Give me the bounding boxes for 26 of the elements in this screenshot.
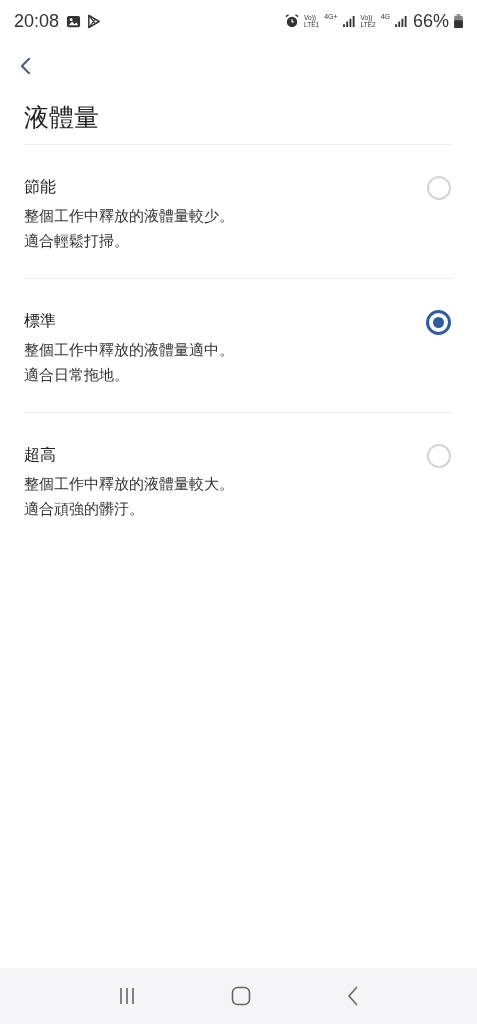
option-description: 整個工作中釋放的液體量較少。 bbox=[24, 206, 235, 227]
home-icon[interactable] bbox=[231, 986, 252, 1006]
option-row[interactable]: 節能 整個工作中釋放的液體量較少。 適合輕鬆打掃。 bbox=[0, 145, 477, 278]
back-icon[interactable] bbox=[347, 986, 360, 1006]
recent-apps-icon[interactable] bbox=[117, 987, 136, 1005]
alarm-icon bbox=[285, 14, 300, 28]
play-store-icon bbox=[86, 13, 102, 29]
battery-icon bbox=[454, 14, 463, 28]
option-row[interactable]: 標準 整個工作中釋放的液體量適中。 適合日常拖地。 bbox=[0, 279, 477, 412]
option-label: 超高 bbox=[24, 444, 57, 466]
image-icon bbox=[66, 13, 82, 29]
option-row[interactable]: 超高 整個工作中釋放的液體量較大。 適合頑強的髒汙。 bbox=[0, 413, 477, 546]
radio-button[interactable] bbox=[426, 310, 451, 335]
signal-icon bbox=[342, 15, 356, 27]
option-description: 適合頑強的髒汙。 bbox=[24, 499, 145, 520]
signal-icon bbox=[394, 15, 408, 27]
option-description: 適合日常拖地。 bbox=[24, 365, 130, 386]
back-icon bbox=[20, 57, 31, 75]
battery-percent: 66% bbox=[412, 10, 449, 32]
option-description: 整個工作中釋放的液體量適中。 bbox=[24, 340, 235, 361]
page-title: 液體量 bbox=[24, 102, 100, 134]
option-description: 適合輕鬆打掃。 bbox=[24, 231, 130, 252]
status-time: 20:08 bbox=[14, 10, 60, 32]
option-label: 節能 bbox=[24, 176, 57, 198]
option-label: 標準 bbox=[24, 310, 57, 332]
option-description: 整個工作中釋放的液體量較大。 bbox=[24, 474, 235, 495]
